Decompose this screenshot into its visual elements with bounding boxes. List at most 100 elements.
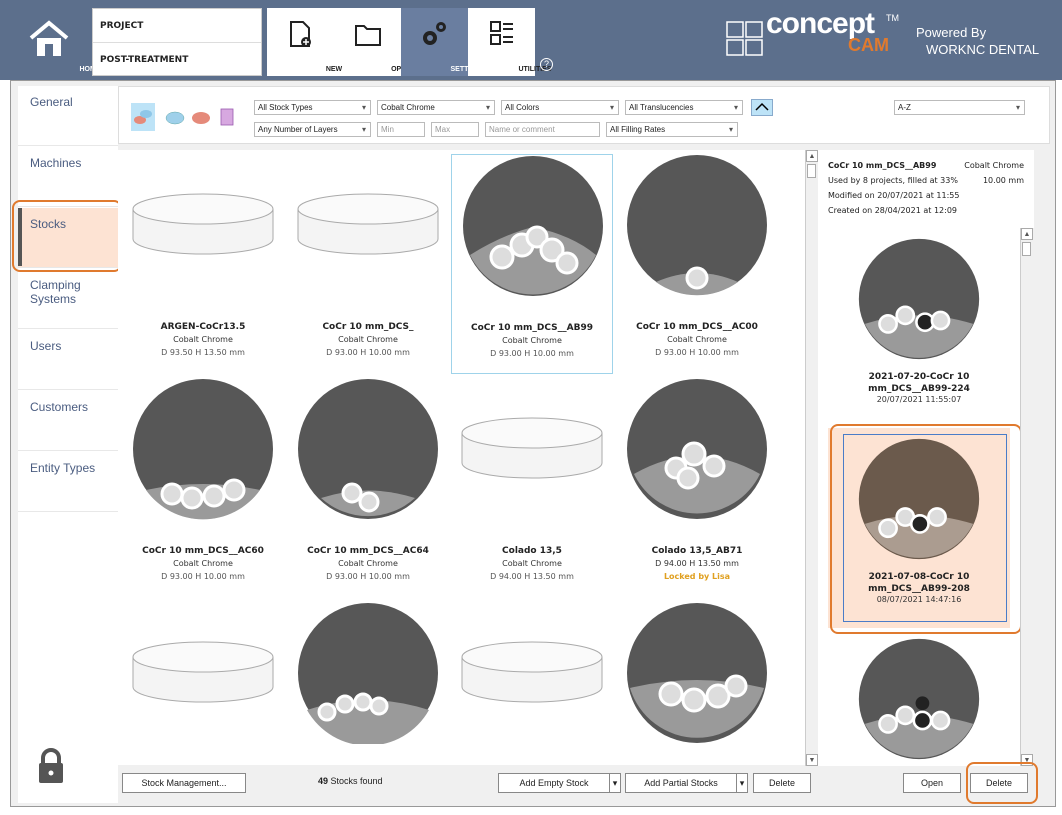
stock-card[interactable]: ARGEN-CoCr13.5 Cobalt Chrome D 93.50 H 1…	[122, 154, 284, 374]
sidebar-item-general[interactable]: General	[18, 86, 118, 146]
stock-dimensions: D 93.00 H 10.00 mm	[326, 348, 410, 357]
info-stock-name: CoCr 10 mm_DCS__AB99	[828, 161, 937, 170]
filling-rates-select[interactable]: All Filling Rates	[606, 122, 738, 137]
stock-card[interactable]	[616, 602, 778, 765]
project-card-selected[interactable]: 2021-07-08-CoCr 10 mm_DCS__AB99-208 08/0…	[828, 428, 1010, 628]
stock-grid-scrollbar[interactable]: ▲ ▼	[805, 150, 818, 766]
stock-actions-bar: Stock Management... 49 Stocks found Add …	[118, 766, 818, 800]
project-stock-icon	[858, 238, 980, 360]
scrollbar-thumb[interactable]	[1022, 242, 1031, 256]
stock-material: Cobalt Chrome	[338, 559, 398, 568]
stock-types-select[interactable]: All Stock Types	[254, 100, 371, 115]
scroll-up-arrow[interactable]: ▲	[1021, 228, 1033, 240]
lock-icon[interactable]	[36, 748, 66, 784]
project-list-scrollbar[interactable]: ▲ ▼	[1020, 228, 1033, 766]
partial-stock-icon	[627, 155, 767, 296]
stock-material: Cobalt Chrome	[173, 335, 233, 344]
sidebar-item-clamping-systems[interactable]: Clamping Systems	[18, 269, 118, 329]
stock-material: Cobalt Chrome	[338, 335, 398, 344]
sidebar-item-stocks[interactable]: Stocks	[18, 208, 118, 268]
stock-name: Colado 13,5_AB71	[651, 546, 743, 556]
open-project-button[interactable]: Open	[903, 773, 961, 793]
stock-dimensions: D 94.00 H 13.50 mm	[490, 572, 574, 581]
stock-type-icons[interactable]	[131, 103, 241, 133]
add-partial-dropdown[interactable]: ▾	[736, 773, 748, 793]
scroll-up-arrow[interactable]: ▲	[806, 150, 818, 162]
project-label[interactable]: PROJECT	[93, 9, 261, 43]
layers-select[interactable]: Any Number of Layers	[254, 122, 371, 137]
project-card[interactable]	[828, 638, 1010, 765]
folder-icon	[355, 25, 381, 46]
empty-stock-icon	[461, 641, 603, 703]
concept-logo-icon	[726, 21, 763, 56]
info-created: Created on 28/04/2021 at 12:09	[828, 206, 957, 215]
stock-card[interactable]: Colado 13,5 Cobalt Chrome D 94.00 H 13.5…	[451, 378, 613, 598]
scroll-down-arrow[interactable]: ▼	[1021, 754, 1033, 766]
brand-worknc: WORKNC DENTAL	[926, 42, 1040, 57]
help-icon[interactable]: ?	[540, 58, 553, 71]
stock-info-panel: CoCr 10 mm_DCS__AB99 Cobalt Chrome Used b…	[818, 150, 1034, 228]
stocks-found-label: 49 Stocks found	[318, 776, 383, 786]
collapse-filters-button[interactable]	[751, 99, 773, 116]
partial-stock-icon	[627, 603, 767, 743]
filter-bar: All Stock Types Cobalt Chrome All Colors…	[118, 86, 1050, 144]
material-select[interactable]: Cobalt Chrome	[377, 100, 495, 115]
sidebar-item-customers[interactable]: Customers	[18, 391, 118, 451]
stock-dimensions: D 93.00 H 10.00 mm	[161, 572, 245, 581]
stock-name: CoCr 10 mm_DCS__AC64	[307, 546, 429, 556]
add-partial-stocks-button[interactable]: Add Partial Stocks	[625, 773, 737, 793]
sidebar-item-entity-types[interactable]: Entity Types	[18, 452, 118, 512]
stock-card[interactable]	[122, 602, 284, 765]
stock-card-selected[interactable]: CoCr 10 mm_DCS__AB99 Cobalt Chrome D 93.…	[451, 154, 613, 374]
scroll-down-arrow[interactable]: ▼	[806, 754, 818, 766]
chevron-up-icon	[755, 102, 769, 111]
home-button[interactable]: HOME	[8, 8, 101, 76]
project-card[interactable]: 2021-07-20-CoCr 10 mm_DCS__AB99-224 20/0…	[828, 238, 1010, 404]
stock-dimensions: D 93.00 H 10.00 mm	[326, 572, 410, 581]
info-material: Cobalt Chrome	[964, 161, 1024, 170]
new-button[interactable]: NEW	[267, 8, 342, 76]
min-input[interactable]: Min	[377, 122, 425, 137]
brand-powered: Powered By	[916, 25, 987, 40]
post-treatment-label[interactable]: POST-TREATMENT	[93, 43, 261, 77]
sort-select[interactable]: A-Z	[894, 100, 1025, 115]
delete-stock-button[interactable]: Delete	[753, 773, 811, 793]
brand-cam: CAM	[848, 35, 889, 55]
stock-material: Cobalt Chrome	[173, 559, 233, 568]
stock-grid: ARGEN-CoCr13.5 Cobalt Chrome D 93.50 H 1…	[118, 150, 806, 765]
sidebar-item-label: Machines	[30, 156, 82, 170]
delete-project-button[interactable]: Delete	[970, 773, 1028, 793]
sidebar-item-label: Users	[30, 339, 62, 353]
empty-stock-icon	[461, 417, 603, 479]
open-button[interactable]: OPEN	[334, 8, 411, 76]
stocks-count: 49	[318, 776, 329, 786]
stock-management-button[interactable]: Stock Management...	[122, 773, 246, 793]
translucencies-select[interactable]: All Translucencies	[625, 100, 743, 115]
stock-card[interactable]	[451, 602, 613, 765]
stock-card[interactable]	[287, 602, 449, 765]
stocks-found-text: Stocks found	[328, 776, 383, 786]
scrollbar-thumb[interactable]	[807, 164, 816, 178]
empty-stock-icon	[132, 641, 274, 703]
project-panel: PROJECT POST-TREATMENT	[92, 8, 262, 76]
colors-select[interactable]: All Colors	[501, 100, 619, 115]
stock-card[interactable]: CoCr 10 mm_DCS_ Cobalt Chrome D 93.00 H …	[287, 154, 449, 374]
sidebar-item-users[interactable]: Users	[18, 330, 118, 390]
stock-name: CoCr 10 mm_DCS__AB99	[471, 323, 593, 333]
settings-button[interactable]: SETTINGS	[401, 8, 486, 76]
stock-card[interactable]: CoCr 10 mm_DCS__AC64 Cobalt Chrome D 93.…	[287, 378, 449, 598]
new-file-icon	[290, 21, 311, 47]
stock-card[interactable]: CoCr 10 mm_DCS__AC60 Cobalt Chrome D 93.…	[122, 378, 284, 598]
max-input[interactable]: Max	[431, 122, 479, 137]
stock-dimensions: D 93.50 H 13.50 mm	[161, 348, 245, 357]
home-icon	[29, 20, 69, 56]
stock-name: CoCr 10 mm_DCS_	[322, 322, 414, 332]
utilities-button[interactable]: UTILITIES	[468, 8, 552, 76]
add-empty-dropdown[interactable]: ▾	[609, 773, 621, 793]
name-comment-input[interactable]: Name or comment	[485, 122, 600, 137]
stock-card[interactable]: CoCr 10 mm_DCS__AC00 Cobalt Chrome D 93.…	[616, 154, 778, 374]
add-empty-stock-button[interactable]: Add Empty Stock	[498, 773, 610, 793]
stock-card[interactable]: Colado 13,5_AB71 D 94.00 H 13.50 mm Lock…	[616, 378, 778, 598]
partial-stock-icon	[133, 379, 273, 520]
sidebar-item-machines[interactable]: Machines	[18, 147, 118, 207]
